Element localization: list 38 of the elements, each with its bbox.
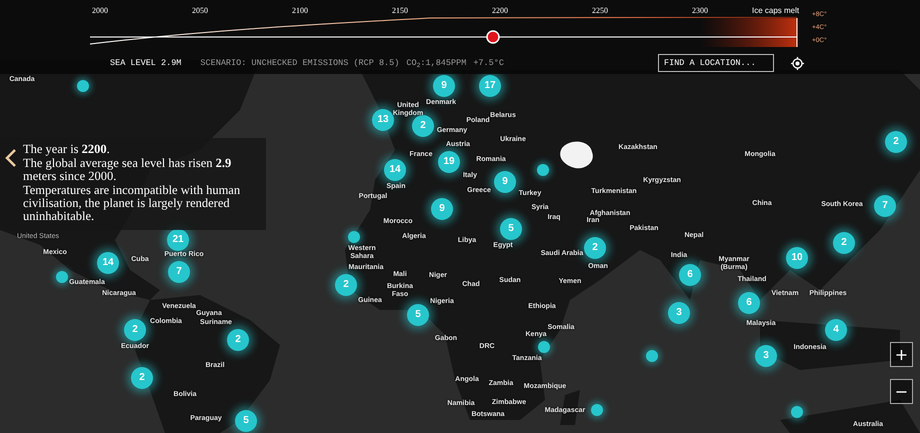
year-tick-label: 2300 [691, 5, 709, 17]
location-cluster[interactable]: 6 [738, 292, 760, 314]
info-text: Temperatures are incompatible with human civilisation, the planet is largely rendered uninhabitable. [23, 184, 242, 223]
location-cluster[interactable]: 2 [124, 319, 146, 341]
location-cluster[interactable]: 2 [131, 367, 153, 389]
sea-level-readout: SEA LEVEL 2.9M [110, 57, 182, 69]
location-cluster[interactable]: 7 [168, 261, 190, 283]
year-slider-handle[interactable] [486, 30, 500, 44]
location-cluster[interactable]: 2 [335, 274, 357, 296]
location-cluster[interactable]: 3 [668, 302, 690, 324]
co2-readout: CO$_{2}$:1,845PPM [406, 57, 466, 69]
map-marker-icon[interactable] [791, 406, 803, 418]
year-tick-label: 2000 [91, 5, 109, 17]
location-search-field[interactable]: FIND A LOCATION... [658, 54, 774, 72]
year-tick-label: 2200 [491, 5, 509, 17]
map-marker-icon[interactable] [56, 271, 68, 283]
location-cluster[interactable]: 3 [755, 345, 777, 367]
zoom-in-button[interactable]: + [890, 342, 913, 367]
info-text: The global average sea level has risen 2.9 meters since 2000. [23, 157, 232, 183]
map-marker-icon[interactable] [348, 231, 360, 243]
year-tick-label: 2050 [191, 5, 209, 17]
ice-caps-melt-label: Ice caps melt [751, 5, 800, 17]
map-marker-icon[interactable] [591, 404, 603, 416]
location-cluster[interactable]: 5 [235, 410, 257, 432]
year-tick-label: 2250 [591, 5, 609, 17]
year-tick-label: 2100 [291, 5, 309, 17]
zoom-out-button[interactable]: − [890, 379, 913, 404]
location-cluster[interactable]: 13 [372, 109, 394, 131]
temperature-readout: +7.5°C [473, 57, 504, 69]
info-text: The year is 2200. [23, 143, 111, 156]
scenario-text: SCENARIO: UNCHECKED EMISSIONS (RCP 8.5) [200, 57, 400, 69]
year-tick-label: 2150 [391, 5, 409, 17]
location-cluster[interactable]: 5 [407, 304, 429, 326]
location-cluster[interactable]: 4 [825, 319, 847, 341]
back-chevron-icon[interactable] [5, 148, 17, 168]
location-cluster[interactable]: 21 [167, 229, 189, 251]
map-marker-icon[interactable] [646, 350, 658, 362]
locate-icon[interactable] [791, 56, 804, 70]
